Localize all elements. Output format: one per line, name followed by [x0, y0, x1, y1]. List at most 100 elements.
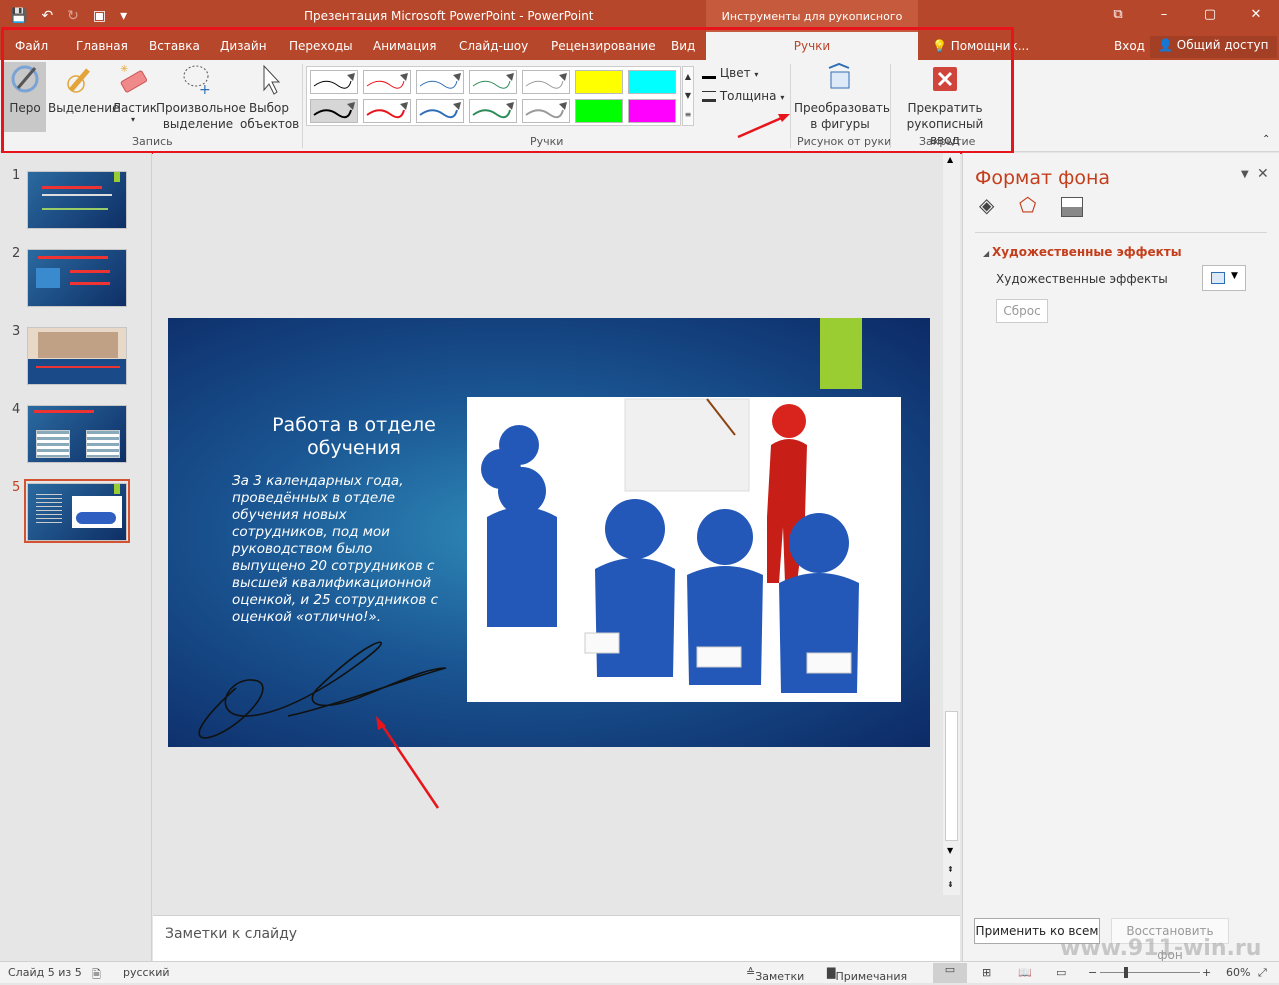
stop-inking-button[interactable]: Прекратить рукописный ввод	[894, 62, 996, 147]
tab-review[interactable]: Рецензирование	[551, 39, 656, 53]
pen-thickness-label: Толщина	[719, 89, 777, 103]
notes-area[interactable]: Заметки к слайду	[153, 915, 960, 961]
slide-thumbnail-4[interactable]	[27, 405, 127, 463]
customize-qat-icon[interactable]: ▾	[120, 6, 127, 26]
tab-transitions[interactable]: Переходы	[289, 39, 353, 53]
vertical-scrollbar[interactable]: ▲ ▼ ⇞ ⇟	[943, 153, 960, 895]
slide-sorter-icon[interactable]: ⊞	[982, 966, 991, 979]
eraser-dropdown-icon[interactable]: ▾	[112, 116, 154, 124]
ribbon-display-options-icon[interactable]: ⧉	[1095, 0, 1141, 32]
redo-icon[interactable]: ↻	[67, 6, 79, 26]
section-header[interactable]: ◢ Художественные эффекты	[983, 245, 1182, 259]
close-button[interactable]: ✕	[1233, 0, 1279, 32]
next-slide-icon[interactable]: ⇟	[947, 880, 954, 889]
group-drawing-label: Рисунок от руки	[797, 135, 892, 148]
tell-me-box[interactable]: 💡 Помощник...	[932, 39, 1029, 53]
pen-swatch[interactable]	[575, 99, 623, 123]
zoom-thumb[interactable]	[1124, 967, 1128, 978]
pen-swatch[interactable]	[469, 70, 517, 94]
previous-slide-icon[interactable]: ⇞	[947, 865, 954, 874]
reset-background-button[interactable]: Восстановить фон	[1111, 918, 1229, 962]
pen-swatch[interactable]	[575, 70, 623, 94]
share-button[interactable]: 👤 Общий доступ	[1150, 36, 1277, 58]
tab-view[interactable]: Вид	[671, 39, 695, 53]
pen-swatch[interactable]	[363, 70, 411, 94]
pane-title: Формат фона	[975, 167, 1111, 189]
pen-swatch[interactable]	[416, 99, 464, 123]
gallery-scroll[interactable]: ▲ ▼ ≡	[682, 66, 694, 126]
fill-bucket-icon[interactable]: ◈	[979, 193, 994, 217]
spellcheck-icon[interactable]: 🗎	[92, 966, 101, 985]
ink-signature[interactable]	[168, 318, 930, 747]
pen-swatch[interactable]	[628, 70, 676, 94]
maximize-button[interactable]: ▢	[1187, 0, 1233, 32]
scroll-down-icon[interactable]: ▼	[947, 846, 953, 855]
group-pens-label: Ручки	[530, 135, 564, 148]
tab-home[interactable]: Главная	[76, 39, 128, 53]
slide-thumbnail-1[interactable]	[27, 171, 127, 229]
gallery-more-icon[interactable]: ≡	[683, 105, 693, 124]
gallery-down-icon[interactable]: ▼	[683, 86, 693, 105]
effects-pentagon-icon[interactable]: ⬠	[1019, 193, 1036, 217]
zoom-in-icon[interactable]: +	[1202, 966, 1211, 979]
highlighter-button[interactable]: Выделение	[48, 62, 119, 132]
tab-animations[interactable]: Анимация	[373, 39, 436, 53]
slide-thumbnail-2[interactable]	[27, 249, 127, 307]
apply-to-all-button[interactable]: Применить ко всем	[974, 918, 1100, 944]
current-slide[interactable]: Работа в отделе обучения За 3 календарны…	[168, 318, 930, 747]
pen-swatch[interactable]	[628, 99, 676, 123]
minimize-button[interactable]: –	[1141, 0, 1187, 32]
select-objects-button[interactable]: Выбор объектов	[240, 62, 299, 132]
collapse-ribbon-icon[interactable]: ⌃	[1262, 134, 1270, 145]
effects-preview-icon	[1211, 272, 1225, 284]
pen-thickness-dropdown[interactable]: Толщина ▾	[702, 89, 784, 103]
ribbon-separator	[790, 64, 791, 148]
slide-number: 1	[12, 168, 21, 183]
slideshow-icon[interactable]: ▭	[1056, 966, 1066, 979]
artistic-effects-dropdown[interactable]: ▼	[1202, 265, 1246, 291]
fit-slide-icon[interactable]: ⤢	[1258, 966, 1267, 980]
eraser-button[interactable]: ✳ Ластик ▾	[112, 62, 158, 132]
picture-icon[interactable]	[1061, 197, 1083, 217]
scroll-thumb[interactable]	[945, 711, 958, 841]
sign-in-link[interactable]: Вход	[1114, 39, 1145, 53]
comments-toggle[interactable]: ▇ Примечания	[827, 966, 907, 983]
pen-swatch[interactable]	[310, 70, 358, 94]
normal-view-icon[interactable]: ▭	[933, 963, 967, 983]
save-icon[interactable]: 💾	[10, 6, 27, 26]
pen-swatch[interactable]	[522, 70, 570, 94]
zoom-out-icon[interactable]: −	[1088, 966, 1097, 979]
convert-to-shapes-button[interactable]: Преобразовать в фигуры	[794, 62, 890, 132]
tab-design[interactable]: Дизайн	[220, 39, 267, 53]
language-indicator[interactable]: русский	[123, 966, 170, 979]
pen-swatch[interactable]	[469, 99, 517, 123]
reading-view-icon[interactable]: 📖	[1018, 966, 1032, 979]
scroll-up-icon[interactable]: ▲	[947, 155, 953, 164]
pen-tool-button[interactable]: Перо	[4, 62, 46, 132]
pane-options-icon[interactable]: ▼	[1241, 169, 1249, 180]
pane-close-icon[interactable]: ✕	[1257, 166, 1269, 182]
tab-pens[interactable]: Ручки	[706, 32, 918, 60]
slide-number: 2	[12, 246, 21, 261]
start-from-beginning-icon[interactable]: ▣	[93, 6, 106, 26]
pen-swatch[interactable]	[522, 99, 570, 123]
slide-thumbnail-3[interactable]	[27, 327, 127, 385]
eraser-label: Ластик	[112, 101, 158, 115]
undo-icon[interactable]: ↶	[41, 6, 53, 26]
zoom-slider[interactable]	[1100, 972, 1200, 973]
zoom-level[interactable]: 60%	[1226, 966, 1250, 979]
pen-color-dropdown[interactable]: Цвет ▾	[702, 66, 758, 80]
pen-swatch[interactable]	[363, 99, 411, 123]
gallery-up-icon[interactable]: ▲	[683, 67, 693, 86]
tab-file[interactable]: Файл	[15, 39, 48, 53]
reset-button[interactable]: Сброс	[996, 299, 1048, 323]
pen-swatch[interactable]	[416, 70, 464, 94]
lasso-select-button[interactable]: + Произвольное выделение	[156, 62, 246, 132]
tab-slideshow[interactable]: Слайд-шоу	[459, 39, 528, 53]
notes-toggle[interactable]: ≙ Заметки	[746, 966, 804, 983]
pen-swatch[interactable]	[310, 99, 358, 123]
tab-insert[interactable]: Вставка	[149, 39, 200, 53]
slide-thumbnail-5[interactable]	[27, 483, 127, 541]
close-icon	[933, 67, 957, 91]
pens-gallery	[306, 66, 681, 126]
